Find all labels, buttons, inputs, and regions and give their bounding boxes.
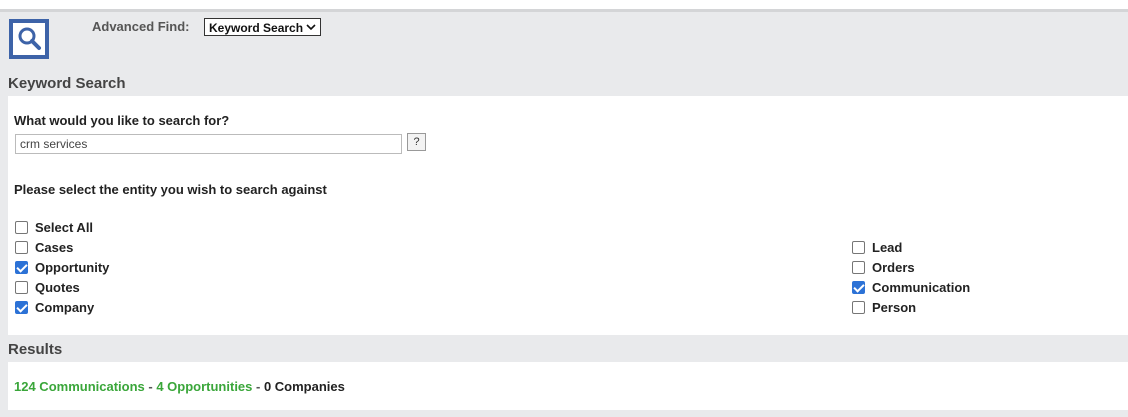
keyword-search-input[interactable]	[15, 134, 402, 154]
checkbox-opportunity[interactable]: Opportunity	[15, 258, 109, 276]
checkbox[interactable]	[15, 260, 28, 274]
results-title: Results	[8, 341, 63, 358]
result-separator: -	[144, 379, 157, 394]
checkbox[interactable]	[852, 240, 865, 254]
top-bar	[0, 0, 1128, 9]
search-question-label: What would you like to search for?	[14, 113, 230, 128]
checkbox-label: Cases	[35, 239, 74, 255]
checkbox-label: Company	[35, 299, 95, 315]
checkbox[interactable]	[852, 280, 865, 294]
checkbox-communication[interactable]: Communication	[852, 278, 970, 296]
checkbox-quotes[interactable]: Quotes	[15, 278, 80, 296]
checkbox-label: Person	[872, 299, 917, 315]
checkbox-orders[interactable]: Orders	[852, 258, 915, 276]
checkbox[interactable]	[15, 220, 28, 234]
top-divider	[0, 9, 1128, 12]
entity-prompt-label: Please select the entity you wish to sea…	[14, 182, 327, 197]
advanced-find-select[interactable]: Keyword Search	[204, 18, 321, 36]
keyword-search-title: Keyword Search	[8, 75, 126, 92]
checkbox[interactable]	[852, 300, 865, 314]
search-logo	[9, 19, 49, 59]
checkbox-label: Communication	[872, 279, 971, 295]
checkbox-select-all[interactable]: Select All	[15, 218, 93, 236]
checkbox-cases[interactable]: Cases	[15, 238, 73, 256]
checkbox-lead[interactable]: Lead	[852, 238, 902, 256]
keyword-search-panel	[8, 96, 1128, 335]
checkbox-label: Lead	[872, 239, 903, 255]
checkbox-person[interactable]: Person	[852, 298, 916, 316]
checkbox-label: Opportunity	[35, 259, 110, 275]
checkbox[interactable]	[852, 260, 865, 274]
checkbox-company[interactable]: Company	[15, 298, 94, 316]
checkbox[interactable]	[15, 240, 28, 254]
results-summary: 124 Communications - 4 Opportunities - 0…	[14, 379, 345, 394]
communications-result-link[interactable]: 124 Communications	[14, 379, 145, 394]
checkbox-label: Quotes	[35, 279, 80, 295]
chevron-down-icon	[306, 21, 316, 35]
search-icon	[18, 27, 41, 50]
checkbox[interactable]	[15, 300, 28, 314]
companies-result: 0 Companies	[263, 379, 345, 394]
checkbox-label: Orders	[872, 259, 915, 275]
advanced-find-selected-value: Keyword Search	[209, 21, 304, 35]
bottom-strip	[0, 410, 1128, 417]
result-separator: -	[252, 379, 264, 394]
opportunities-result-link[interactable]: 4 Opportunities	[156, 379, 252, 394]
checkbox-label: Select All	[35, 219, 94, 235]
checkbox[interactable]	[15, 280, 28, 294]
help-button[interactable]: ?	[407, 133, 426, 151]
advanced-find-label: Advanced Find:	[92, 19, 190, 34]
